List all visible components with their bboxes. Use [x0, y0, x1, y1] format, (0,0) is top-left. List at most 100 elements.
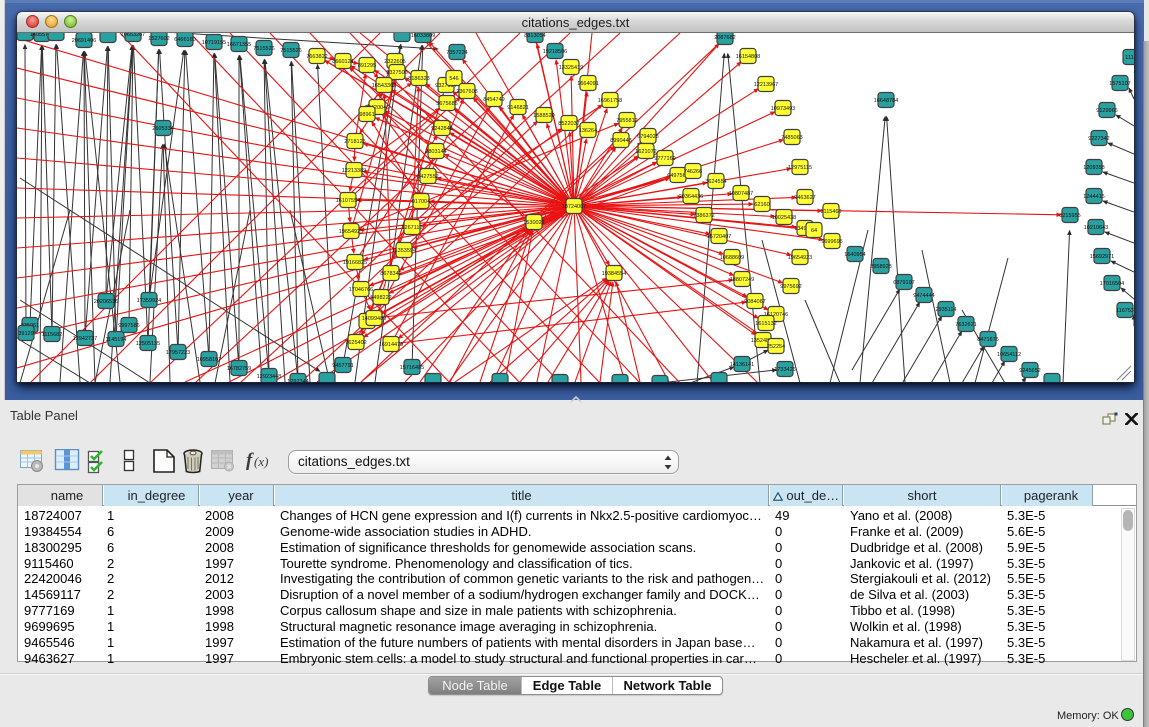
svg-text:1733426: 1733426: [774, 367, 795, 373]
svg-text:7515526: 7515526: [280, 48, 301, 54]
svg-text:917004: 917004: [412, 199, 430, 205]
svg-text:1292344: 1292344: [287, 379, 308, 382]
svg-text:9227342: 9227342: [1088, 136, 1109, 142]
svg-text:19654925: 19654925: [339, 229, 363, 235]
svg-text:9084067: 9084067: [744, 299, 765, 305]
svg-text:16914479: 16914479: [379, 342, 403, 348]
svg-text:7386372: 7386372: [693, 213, 714, 219]
svg-text:12942737: 12942737: [73, 336, 97, 342]
svg-text:15692971: 15692971: [1090, 254, 1114, 260]
svg-text:62160: 62160: [754, 202, 769, 208]
svg-text:3675685: 3675685: [436, 101, 457, 107]
svg-text:(x): (x): [254, 454, 268, 469]
svg-text:20691406: 20691406: [72, 38, 96, 44]
svg-text:12213967: 12213967: [754, 82, 778, 88]
svg-text:1244415: 1244415: [1083, 194, 1104, 200]
svg-text:3267110: 3267110: [401, 225, 422, 231]
svg-text:1530022: 1530022: [523, 220, 544, 226]
svg-text:8522037: 8522037: [558, 121, 579, 127]
svg-text:10025438: 10025438: [772, 215, 796, 221]
svg-text:10719155: 10719155: [202, 40, 226, 46]
svg-text:98961: 98961: [359, 112, 374, 118]
svg-text:18807249: 18807249: [730, 277, 754, 283]
svg-text:11353594: 11353594: [392, 248, 416, 254]
svg-text:20206536: 20206536: [94, 299, 118, 305]
svg-text:8215955: 8215955: [1059, 213, 1080, 219]
svg-text:15716485: 15716485: [400, 365, 424, 371]
svg-text:8813054: 8813054: [524, 33, 545, 39]
svg-text:6879197: 6879197: [893, 280, 914, 286]
svg-text:18724007: 18724007: [562, 204, 586, 210]
svg-text:9146821: 9146821: [507, 105, 528, 111]
svg-text:6466160: 6466160: [174, 37, 195, 43]
svg-text:9777169: 9777169: [654, 156, 675, 162]
svg-text:10973493: 10973493: [771, 106, 795, 112]
svg-text:17016504: 17016504: [1100, 281, 1124, 287]
svg-text:8427552: 8427552: [417, 174, 438, 180]
svg-text:17359924: 17359924: [137, 298, 161, 304]
svg-text:3624554: 3624554: [705, 179, 726, 185]
svg-text:5498222: 5498222: [370, 295, 391, 301]
svg-text:13325419: 13325419: [559, 65, 583, 71]
svg-text:19384554: 19384554: [602, 271, 626, 277]
svg-text:19218506: 19218506: [543, 49, 567, 55]
svg-text:7663822: 7663822: [306, 54, 327, 60]
svg-text:10807487: 10807487: [729, 191, 753, 197]
svg-text:746266: 746266: [684, 169, 702, 175]
svg-text:1115682: 1115682: [42, 332, 63, 338]
svg-text:7955812: 7955812: [616, 118, 637, 124]
svg-text:9457791: 9457791: [332, 363, 353, 369]
svg-text:8186323: 8186323: [408, 76, 429, 82]
svg-text:10654112: 10654112: [997, 352, 1021, 358]
svg-text:12213389: 12213389: [342, 168, 366, 174]
svg-text:16648784: 16648784: [874, 98, 898, 104]
svg-text:9975692: 9975692: [780, 284, 801, 290]
svg-text:546: 546: [449, 76, 458, 82]
svg-text:12923448: 12923448: [257, 374, 281, 380]
svg-text:10653267: 10653267: [121, 33, 145, 38]
svg-text:10210643: 10210643: [1084, 225, 1108, 231]
svg-text:7357224: 7357224: [446, 50, 467, 56]
svg-text:2087682: 2087682: [714, 35, 735, 41]
svg-text:64: 64: [811, 228, 817, 234]
svg-text:7515526: 7515526: [253, 46, 274, 52]
svg-text:891295: 891295: [358, 63, 376, 69]
svg-text:8454749: 8454749: [483, 97, 504, 103]
svg-text:1615132: 1615132: [755, 321, 776, 327]
svg-text:39129: 39129: [18, 331, 33, 337]
svg-text:f: f: [246, 450, 254, 471]
svg-text:1112: 1112: [1125, 55, 1134, 61]
svg-text:1640954: 1640954: [844, 252, 865, 258]
svg-text:19166825: 19166825: [343, 260, 367, 266]
svg-text:16543362: 16543362: [372, 83, 396, 89]
svg-text:9129966: 9129966: [1096, 108, 1117, 114]
svg-text:15720407: 15720407: [707, 234, 731, 240]
svg-text:1664091: 1664091: [577, 81, 598, 87]
svg-text:8990448: 8990448: [610, 138, 631, 144]
svg-text:12975115: 12975115: [788, 165, 812, 171]
svg-text:1588520: 1588520: [533, 113, 554, 119]
svg-text:1209358: 1209358: [1083, 165, 1104, 171]
svg-text:16961758: 16961758: [598, 98, 622, 104]
svg-text:7625402: 7625402: [345, 340, 366, 346]
svg-text:2605334: 2605334: [152, 126, 173, 132]
svg-text:8958928: 8958928: [870, 264, 891, 270]
svg-text:8678342: 8678342: [380, 271, 401, 277]
svg-text:10958107: 10958107: [197, 357, 221, 363]
svg-text:14099489: 14099489: [362, 316, 386, 322]
svg-text:2367608: 2367608: [456, 89, 477, 95]
svg-text:1621072: 1621072: [635, 149, 656, 155]
svg-text:136264: 136264: [579, 128, 597, 134]
svg-text:9245652: 9245652: [1019, 368, 1040, 374]
svg-text:6794028: 6794028: [637, 134, 658, 140]
svg-text:7632621: 7632621: [955, 322, 976, 328]
svg-text:9474444: 9474444: [913, 293, 934, 299]
svg-text:252254: 252254: [767, 344, 785, 350]
svg-text:16107554: 16107554: [336, 198, 360, 204]
svg-text:14136141: 14136141: [730, 362, 754, 368]
svg-text:2718126: 2718126: [344, 139, 365, 145]
svg-text:10688609: 10688609: [720, 255, 744, 261]
svg-text:7485063: 7485063: [781, 135, 802, 141]
svg-text:20364436: 20364436: [679, 194, 703, 200]
svg-text:9463627: 9463627: [794, 195, 815, 201]
